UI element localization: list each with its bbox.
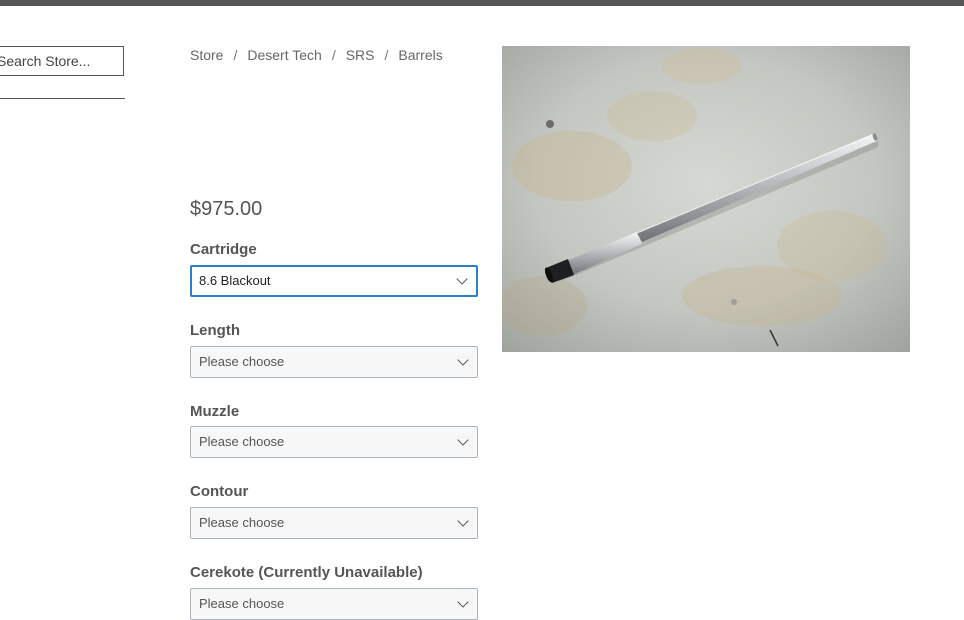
muzzle-label: Muzzle (190, 403, 240, 420)
chevron-down-icon (457, 515, 469, 527)
chevron-down-icon (457, 354, 469, 366)
search-input[interactable] (0, 47, 123, 75)
cerekote-select[interactable]: Please choose (190, 588, 478, 620)
breadcrumb-separator: / (331, 47, 336, 63)
contour-label: Contour (190, 483, 249, 500)
chevron-down-icon (457, 434, 469, 446)
contour-select-value: Please choose (199, 515, 285, 530)
breadcrumb-barrels[interactable]: Barrels (398, 47, 442, 63)
search-box[interactable] (0, 46, 124, 76)
product-price: $975.00 (190, 198, 263, 220)
muzzle-select[interactable]: Please choose (190, 426, 478, 458)
product-image[interactable] (502, 46, 910, 352)
chevron-down-icon (456, 273, 468, 285)
breadcrumb: Store / Desert Tech / SRS / Barrels (190, 47, 443, 63)
cartridge-select[interactable]: 8.6 Blackout (190, 265, 478, 297)
barrel-photo (502, 46, 910, 352)
breadcrumb-srs[interactable]: SRS (346, 47, 375, 63)
muzzle-select-value: Please choose (199, 434, 285, 449)
cartridge-select-value: 8.6 Blackout (199, 273, 271, 288)
cerekote-label: Cerekote (Currently Unavailable) (190, 564, 423, 581)
search-divider (0, 98, 125, 99)
top-bar (0, 0, 964, 6)
breadcrumb-separator: / (384, 47, 389, 63)
length-select[interactable]: Please choose (190, 346, 478, 378)
chevron-down-icon (457, 596, 469, 608)
breadcrumb-desert-tech[interactable]: Desert Tech (247, 47, 321, 63)
breadcrumb-separator: / (233, 47, 238, 63)
length-label: Length (190, 322, 240, 339)
cerekote-select-value: Please choose (199, 596, 285, 611)
breadcrumb-store[interactable]: Store (190, 47, 223, 63)
cartridge-label: Cartridge (190, 241, 257, 258)
contour-select[interactable]: Please choose (190, 507, 478, 539)
length-select-value: Please choose (199, 354, 285, 369)
